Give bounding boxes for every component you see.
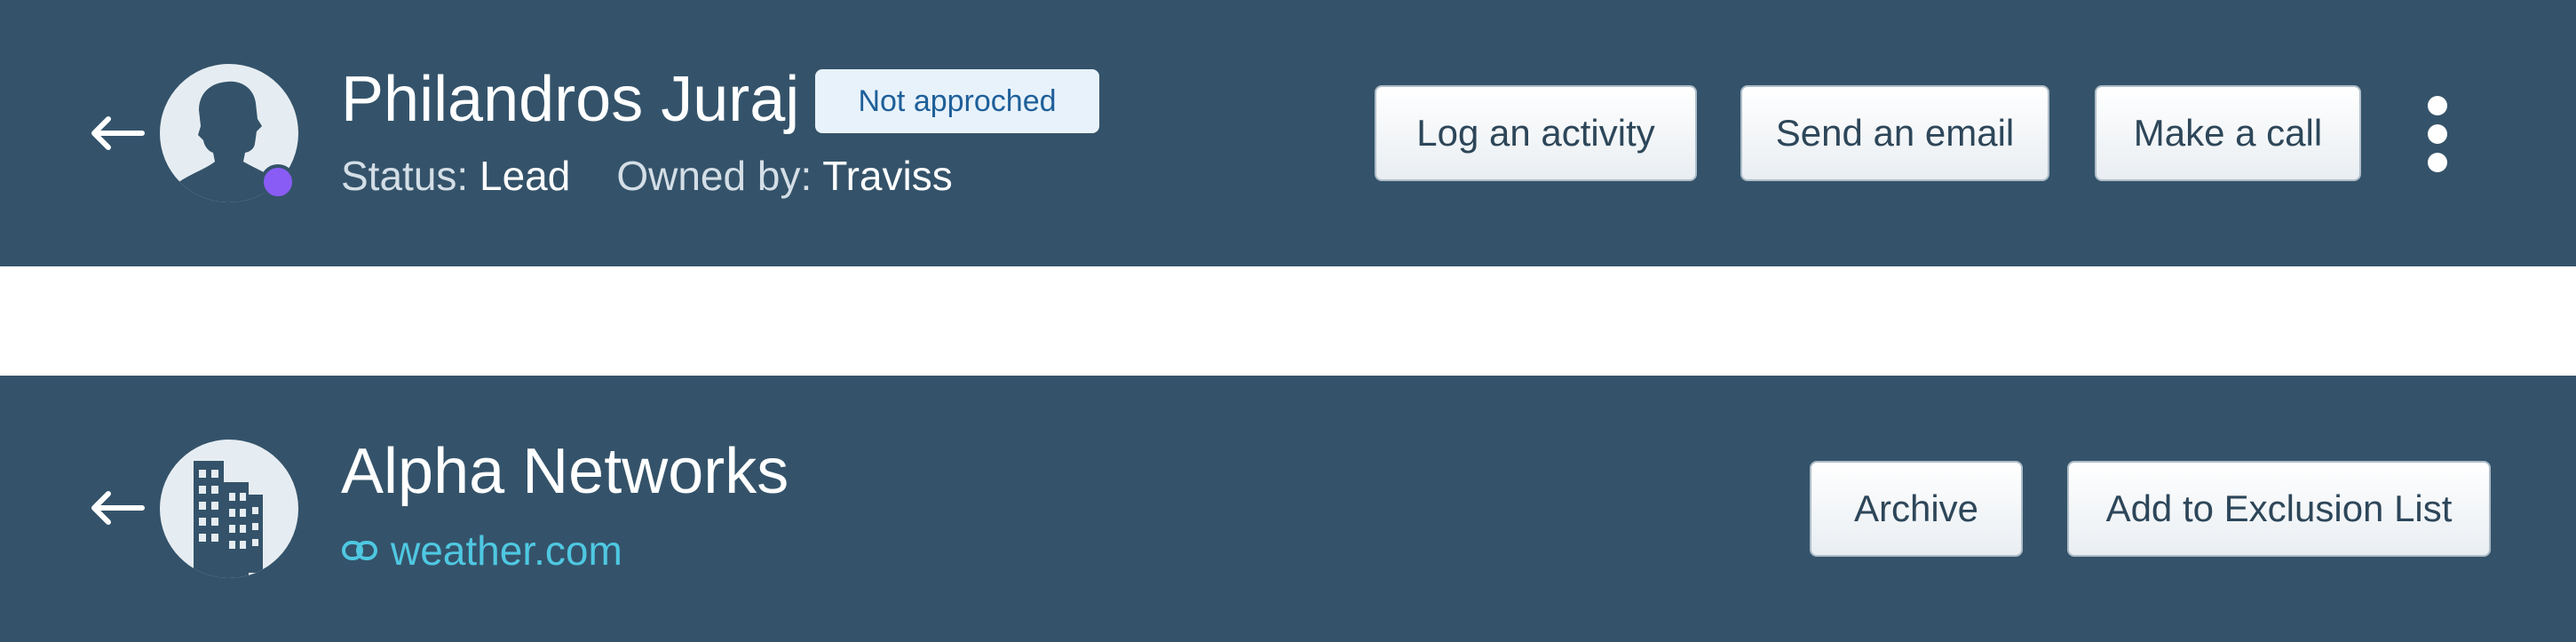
company-name: Alpha Networks bbox=[341, 436, 789, 507]
add-to-exclusion-list-button[interactable]: Add to Exclusion List bbox=[2067, 461, 2491, 557]
contact-header: Philandros Juraj Not approched Status: L… bbox=[0, 0, 2576, 266]
contact-name: Philandros Juraj bbox=[341, 64, 800, 135]
send-email-button[interactable]: Send an email bbox=[1740, 85, 2049, 181]
status-value: Lead bbox=[479, 153, 571, 199]
make-call-button[interactable]: Make a call bbox=[2095, 85, 2361, 181]
owner-label: Owned by: bbox=[616, 153, 812, 199]
owner-value[interactable]: Traviss bbox=[822, 153, 953, 199]
back-arrow-icon[interactable] bbox=[89, 490, 146, 526]
status-label: Status: bbox=[341, 153, 469, 199]
more-options-icon[interactable] bbox=[2420, 91, 2455, 176]
link-icon bbox=[342, 541, 377, 560]
back-arrow-icon[interactable] bbox=[89, 115, 146, 151]
archive-button[interactable]: Archive bbox=[1810, 461, 2023, 557]
presence-indicator bbox=[260, 164, 296, 200]
company-avatar bbox=[160, 440, 298, 578]
website-link[interactable]: weather.com bbox=[391, 527, 622, 575]
company-header: Alpha Networks weather.com Archive Add t… bbox=[0, 376, 2576, 642]
status-badge: Not approched bbox=[815, 69, 1099, 133]
contact-meta: Status: Lead Owned by: Traviss bbox=[341, 153, 953, 199]
company-website: weather.com bbox=[341, 524, 622, 577]
building-icon bbox=[194, 461, 263, 578]
log-activity-button[interactable]: Log an activity bbox=[1375, 85, 1697, 181]
